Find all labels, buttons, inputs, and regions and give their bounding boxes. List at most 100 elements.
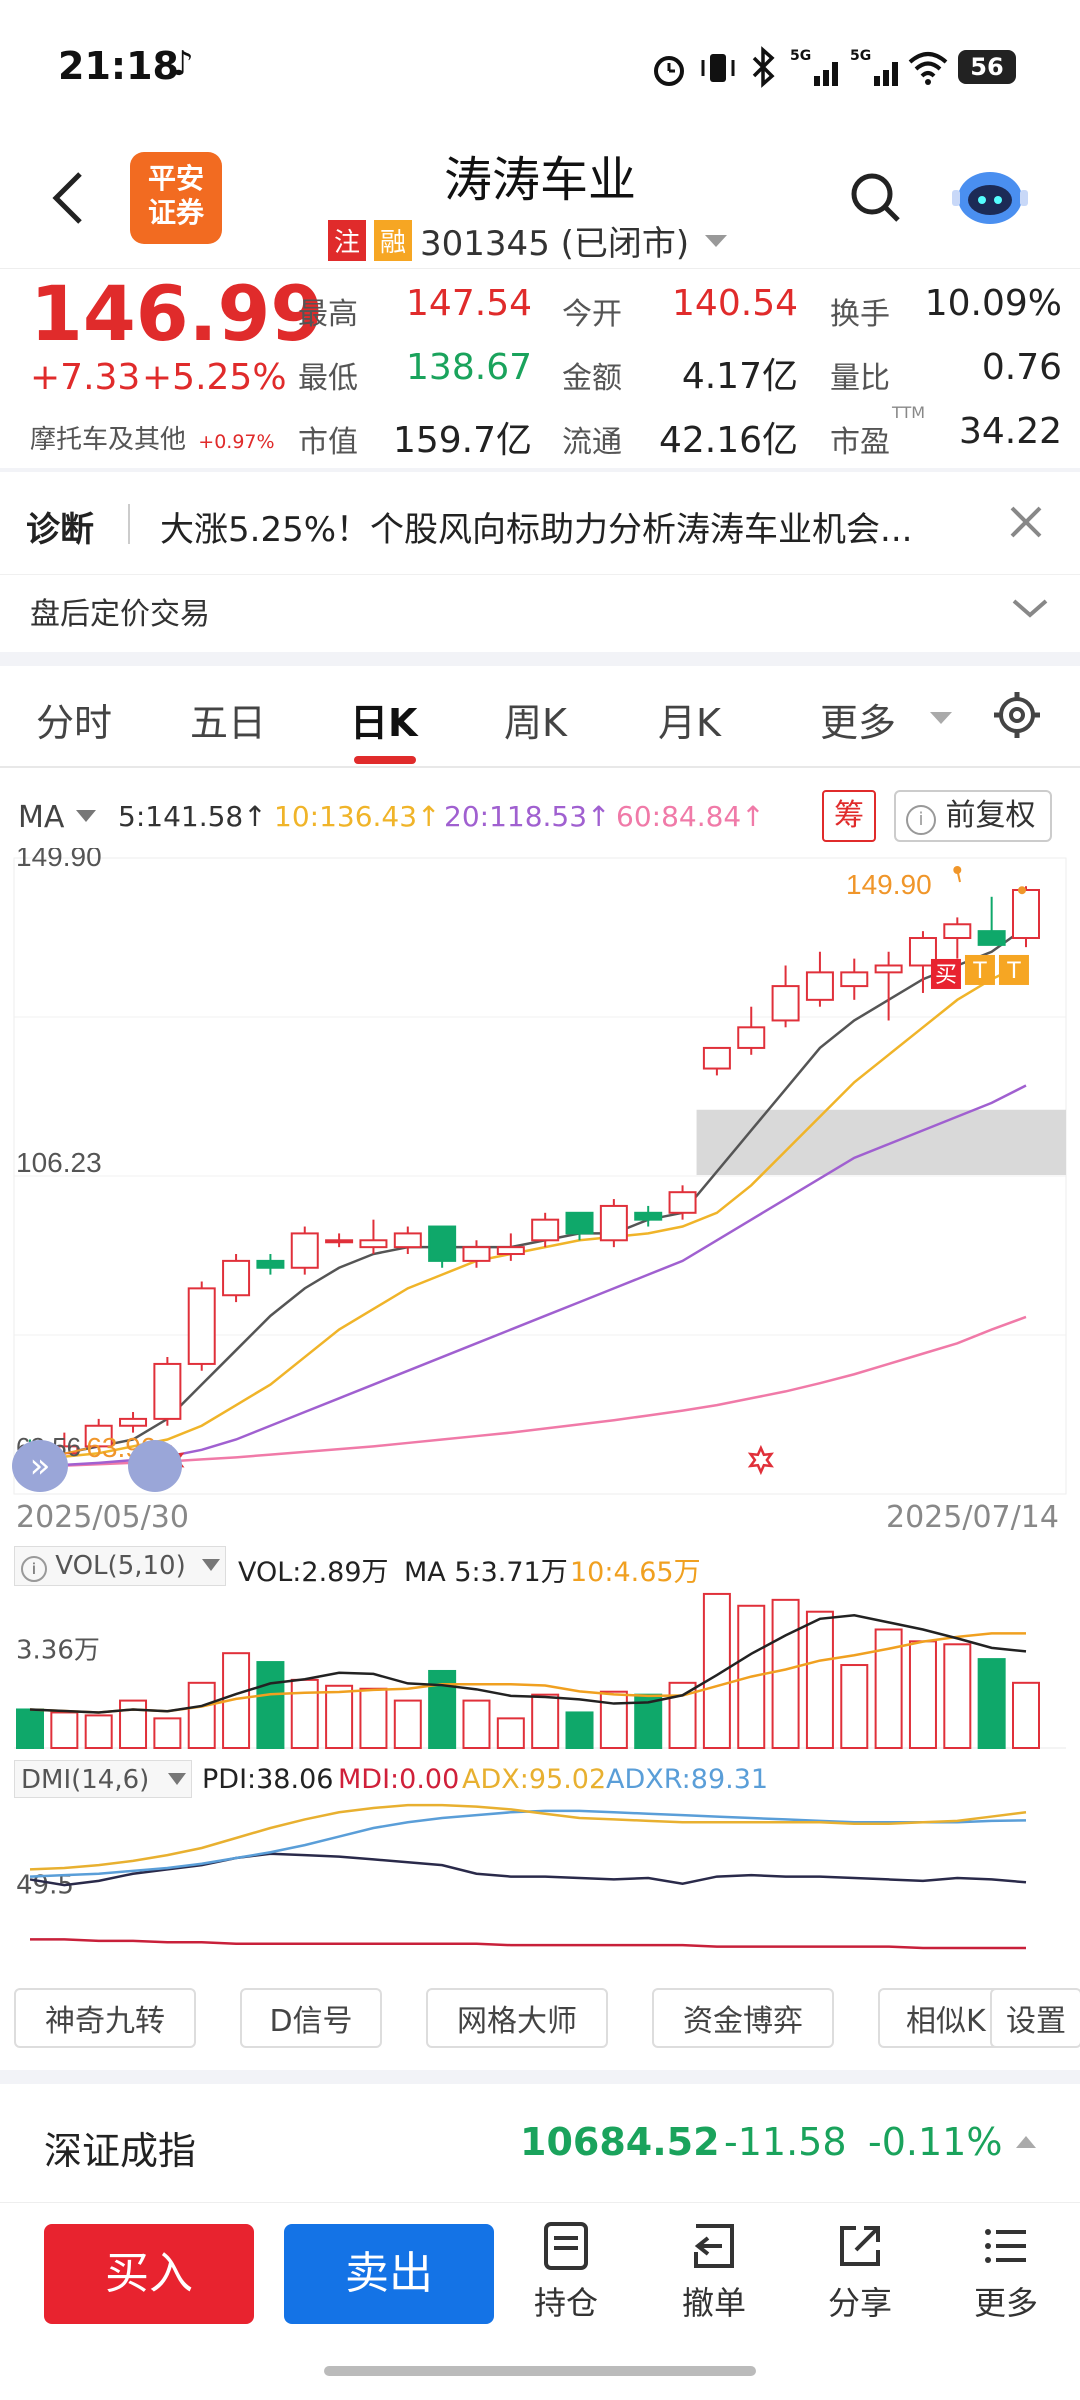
info-icon: i <box>21 1556 47 1582</box>
diagnosis-row[interactable]: 诊断 大涨5.25%！个股风向标助力分析涛涛车业机会... <box>0 472 1080 574</box>
volume-bar <box>805 1610 834 1749</box>
price-change-pct: +5.25% <box>142 357 287 398</box>
chevron-down-icon[interactable] <box>1010 593 1050 623</box>
stat-label: 量比 <box>830 361 890 396</box>
candle-body <box>702 1046 731 1070</box>
vol-indicator-selector[interactable]: i VOL(5,10) <box>14 1546 226 1586</box>
sector-row[interactable]: 摩托车及其他 +0.97% <box>30 419 275 456</box>
tool-button-dsignal[interactable]: D信号 <box>240 1988 382 2048</box>
candle-body <box>634 1211 663 1221</box>
volume-bar <box>16 1708 44 1750</box>
tab-wuri[interactable]: 五日 <box>190 692 266 747</box>
fullscreen-button[interactable] <box>128 1440 182 1492</box>
candle-body <box>565 1211 594 1235</box>
tab-rik[interactable]: 日K <box>350 692 417 747</box>
tab-yuek[interactable]: 月K <box>658 692 721 747</box>
diagnosis-label: 诊断 <box>26 510 94 550</box>
candle-body <box>668 1191 697 1214</box>
index-pct: -0.11% <box>868 2120 1003 2164</box>
chart-start-date: 2025/05/30 <box>16 1500 189 1535</box>
nav-cancel-order[interactable]: 撤单 <box>654 2220 774 2324</box>
candle-body <box>325 1239 354 1244</box>
volume-bar <box>531 1693 560 1750</box>
dropdown-icon[interactable] <box>166 1770 188 1788</box>
candle-body <box>771 985 800 1022</box>
nav-more[interactable]: 更多 <box>946 2220 1066 2324</box>
nav-holdings[interactable]: 持仓 <box>506 2220 626 2324</box>
vol-legend-label: VOL(5,10) <box>55 1551 186 1581</box>
cancel-order-icon <box>694 2224 734 2268</box>
tab-more[interactable]: 更多 <box>820 692 896 747</box>
ma5-value: 5:141.58↑ <box>118 800 267 833</box>
dmi-adx-value: ADX:95.02 <box>462 1764 607 1795</box>
tool-button-similar[interactable]: 相似K <box>878 1988 1002 2048</box>
dmi-mdi-line <box>30 1938 1026 1950</box>
close-icon[interactable] <box>1006 502 1046 542</box>
tool-button-jiuzhuan[interactable]: 神奇九转 <box>14 1988 196 2048</box>
candle-body <box>428 1225 457 1262</box>
tool-button-settings[interactable]: 设置 <box>990 1988 1080 2048</box>
candle-body <box>462 1246 491 1262</box>
volume-bar <box>84 1714 113 1750</box>
dropdown-icon[interactable] <box>200 1556 222 1574</box>
dropdown-icon[interactable] <box>74 806 98 826</box>
candle-body <box>805 971 834 1001</box>
dmi-legend: DMI(14,6) PDI:38.06 MDI:0.00 ADX:95.02 A… <box>14 1760 1064 1800</box>
candle-body <box>359 1239 388 1249</box>
chip-button[interactable]: 筹 <box>822 790 876 842</box>
index-change: -11.58 <box>724 2120 847 2164</box>
buy-button[interactable]: 买入 <box>44 2224 254 2324</box>
candle-body <box>256 1259 285 1269</box>
star-event-icon <box>747 1444 774 1476</box>
candle-body <box>496 1246 525 1256</box>
volume-bar <box>325 1684 354 1749</box>
candle-body <box>187 1287 216 1365</box>
vol-ma10-value: 10:4.65万 <box>570 1557 701 1588</box>
index-bar[interactable]: 深证成指 10684.52 -11.58 -0.11% <box>0 2084 1080 2203</box>
expand-button[interactable]: » <box>12 1440 68 1492</box>
stat-value: 138.67 <box>406 347 532 388</box>
stock-sub[interactable]: 注 融 301345 (已闭市) <box>328 216 731 265</box>
stat-label: 市值 <box>298 425 358 460</box>
candle-body <box>119 1417 148 1427</box>
high-marker-label: 149.90 <box>846 869 932 900</box>
battery-icon: 56 <box>958 50 1016 84</box>
gap-zone <box>696 1109 1066 1176</box>
dmi-mdi-value: MDI:0.00 <box>338 1764 460 1795</box>
volume-bar <box>428 1669 457 1749</box>
robot-assistant-icon[interactable] <box>952 160 1028 230</box>
gear-icon[interactable] <box>992 690 1042 740</box>
tab-fenshi[interactable]: 分时 <box>36 692 112 747</box>
candle-body <box>153 1362 182 1420</box>
tab-active-indicator <box>354 756 416 764</box>
volume-bar <box>393 1699 422 1749</box>
stat-label: 金额 <box>562 361 622 396</box>
stat-value: 4.17亿 <box>681 356 798 397</box>
dropdown-icon <box>930 712 952 724</box>
signal-5g-icon: 5G <box>790 48 838 86</box>
tool-button-fund[interactable]: 资金博弈 <box>652 1988 834 2048</box>
status-time: 21:18 <box>58 44 179 88</box>
candle-body <box>599 1204 628 1242</box>
adjust-label: 前复权 <box>945 798 1036 833</box>
volume-bar <box>1012 1681 1040 1750</box>
t-signal-label: T <box>972 959 987 984</box>
chevron-up-icon[interactable] <box>1012 2132 1040 2152</box>
sell-button[interactable]: 卖出 <box>284 2224 494 2324</box>
candle-body <box>840 971 869 988</box>
svg-text:5G: 5G <box>850 48 871 64</box>
after-hours-row[interactable]: 盘后定价交易 <box>0 574 1080 653</box>
volume-bar <box>943 1643 972 1750</box>
stock-title: 涛涛车业 <box>443 152 636 208</box>
tab-zhouk[interactable]: 周K <box>504 692 567 747</box>
search-icon[interactable] <box>848 170 904 226</box>
separator <box>0 652 1080 666</box>
nav-share[interactable]: 分享 <box>800 2220 920 2324</box>
adjust-button[interactable]: i 前复权 <box>894 790 1052 842</box>
stat-label: 市盈 <box>830 425 890 460</box>
ma-label[interactable]: MA <box>18 800 64 835</box>
tool-button-grid[interactable]: 网格大师 <box>426 1988 608 2048</box>
volume-bar <box>565 1711 594 1750</box>
high-marker-dot <box>1018 886 1026 895</box>
tool-button-similar-label: 相似K <box>906 2004 986 2039</box>
